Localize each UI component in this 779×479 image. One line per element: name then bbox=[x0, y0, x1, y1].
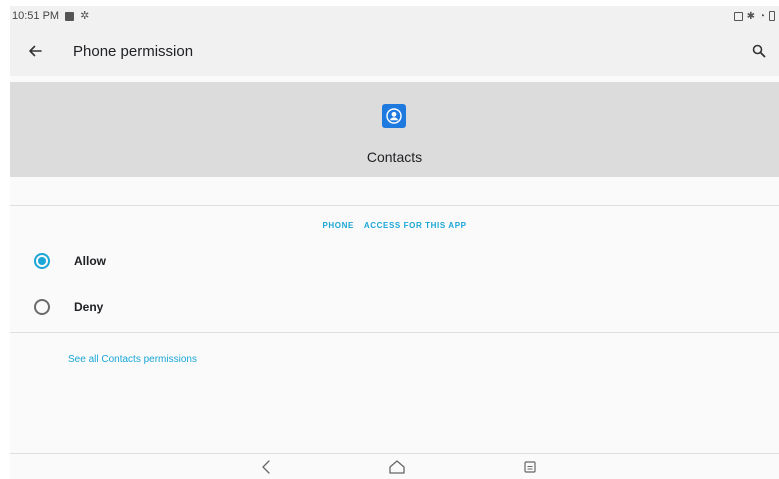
see-all-permissions-link[interactable]: See all Contacts permissions bbox=[68, 354, 197, 365]
battery-icon bbox=[769, 11, 775, 21]
page-title: Phone permission bbox=[73, 42, 194, 60]
search-button[interactable] bbox=[739, 26, 779, 76]
wifi-icon: ◔ bbox=[758, 10, 765, 22]
back-arrow-icon bbox=[29, 45, 42, 57]
status-right: ✱ ◔ bbox=[733, 10, 775, 22]
divider bbox=[10, 205, 779, 206]
status-left: 10:51 PM ✲ bbox=[12, 10, 89, 22]
allow-label: Allow bbox=[74, 254, 106, 268]
allow-radio[interactable] bbox=[34, 253, 50, 269]
app-bar: Phone permission bbox=[10, 26, 779, 76]
divider bbox=[10, 332, 779, 333]
deny-option[interactable]: Deny bbox=[10, 287, 779, 327]
contacts-icon bbox=[382, 104, 406, 128]
nav-back-icon bbox=[262, 460, 270, 474]
deny-label: Deny bbox=[74, 300, 104, 314]
nav-home-button[interactable] bbox=[382, 455, 412, 479]
status-time: 10:51 PM bbox=[12, 10, 60, 22]
deny-radio[interactable] bbox=[34, 299, 50, 315]
screen-cast-icon bbox=[733, 11, 743, 21]
navigation-bar bbox=[10, 455, 779, 479]
settings-icon: ✲ bbox=[80, 9, 90, 22]
section-label-part1: PHONE bbox=[322, 221, 354, 230]
allow-option[interactable]: Allow bbox=[10, 241, 779, 281]
nav-recents-button[interactable] bbox=[515, 455, 545, 479]
search-icon bbox=[752, 44, 766, 58]
nav-home-icon bbox=[389, 460, 405, 474]
app-name: Contacts bbox=[366, 149, 423, 165]
nav-back-button[interactable] bbox=[251, 455, 281, 479]
notification-icon bbox=[65, 11, 75, 21]
divider bbox=[10, 453, 779, 454]
app-header: Contacts bbox=[10, 82, 779, 177]
nav-recents-icon bbox=[524, 461, 536, 473]
section-label: PHONE ACCESS FOR THIS APP bbox=[10, 221, 779, 230]
screen: 10:51 PM ✲ ✱ ◔ Phone permission Contacts… bbox=[10, 6, 779, 479]
back-button[interactable] bbox=[10, 26, 60, 76]
bluetooth-icon: ✱ bbox=[746, 10, 755, 22]
status-bar: 10:51 PM ✲ ✱ ◔ bbox=[10, 6, 779, 26]
section-label-part2: ACCESS FOR THIS APP bbox=[363, 221, 467, 230]
